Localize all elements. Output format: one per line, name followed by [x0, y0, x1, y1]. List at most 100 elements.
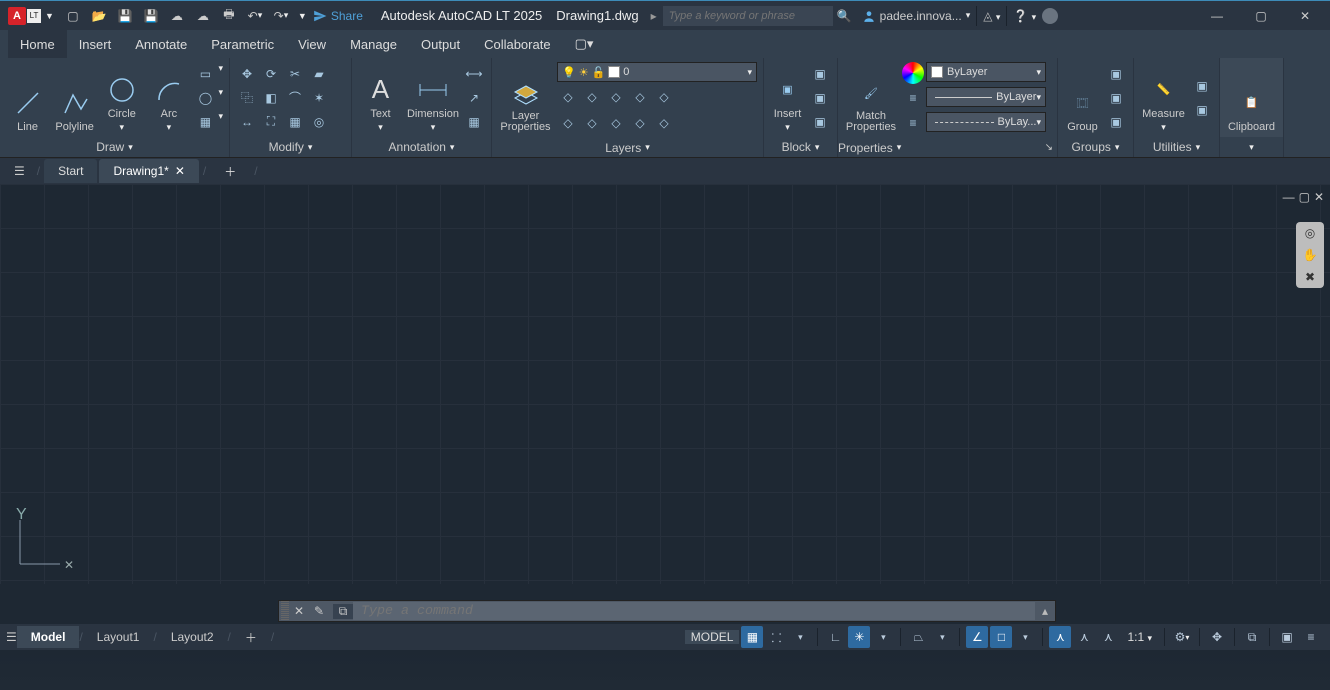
osnap-icon[interactable]: ∠: [966, 626, 988, 648]
save-icon[interactable]: 💾: [116, 7, 134, 25]
crosshair-close-icon[interactable]: ✕: [64, 558, 74, 572]
clipboard-button[interactable]: 📋Clipboard: [1226, 63, 1277, 133]
command-input[interactable]: [353, 602, 1035, 620]
layer-states-icon[interactable]: ◇: [605, 112, 627, 134]
drawing-canvas[interactable]: — ▢ ✕ ◎ ✋ ✖ Y ✕: [0, 184, 1330, 584]
stretch-icon[interactable]: ↔: [236, 111, 258, 133]
tab-layout1[interactable]: Layout1: [83, 626, 154, 648]
saveas-icon[interactable]: 💾: [142, 7, 160, 25]
ws-switch-icon[interactable]: ✥: [1206, 626, 1228, 648]
rotate-icon[interactable]: ⟳: [260, 63, 282, 85]
match-properties-button[interactable]: 🖌Match Properties: [844, 63, 898, 133]
copy-icon[interactable]: ⿻: [236, 87, 258, 109]
hatch-icon[interactable]: ▦: [194, 111, 216, 133]
customize-status-icon[interactable]: ≡: [1300, 626, 1322, 648]
vp-maximize-icon[interactable]: ▢: [1299, 190, 1310, 204]
tab-manage[interactable]: Manage: [338, 30, 409, 58]
trim-icon[interactable]: ✂: [284, 63, 306, 85]
layer-isolate-icon[interactable]: ◇: [629, 86, 651, 108]
panel-utilities-title[interactable]: Utilities▾: [1134, 137, 1219, 157]
layer-freeze-icon[interactable]: ◇: [581, 86, 603, 108]
annoscale-icon[interactable]: ⋏: [1049, 626, 1071, 648]
layer-off-icon[interactable]: ◇: [557, 86, 579, 108]
group-edit-icon[interactable]: ▣: [1105, 87, 1127, 109]
zoom-extents-icon[interactable]: ✖: [1305, 270, 1315, 284]
steering-wheel-icon[interactable]: ◎: [1305, 226, 1315, 240]
sync-icon[interactable]: [1042, 8, 1058, 24]
tab-model[interactable]: Model: [17, 626, 80, 648]
ungroup-icon[interactable]: ▣: [1105, 63, 1127, 85]
undo-icon[interactable]: ↶ ▾: [246, 7, 264, 25]
mirror-icon[interactable]: ◧: [260, 87, 282, 109]
isodraft-icon[interactable]: ⏢: [907, 626, 929, 648]
tab-layout2[interactable]: Layout2: [157, 626, 228, 648]
help-icon[interactable]: ❔ ▾: [1013, 9, 1036, 23]
line-button[interactable]: Line: [6, 63, 49, 133]
linear-icon[interactable]: ⟷: [463, 63, 485, 85]
layer-dropdown[interactable]: 💡☀🔓 0▾: [557, 62, 757, 82]
measure-button[interactable]: 📏Measure▾: [1140, 63, 1187, 133]
isolate-icon[interactable]: ▣: [1276, 626, 1298, 648]
lineweight-icon[interactable]: ≡: [902, 87, 924, 109]
autodesk-app-icon[interactable]: ◬ ▾: [983, 9, 1000, 23]
tab-annotate[interactable]: Annotate: [123, 30, 199, 58]
tab-start[interactable]: Start: [44, 159, 97, 183]
anno-auto-icon[interactable]: ⋏: [1097, 626, 1119, 648]
ribbon-collapse[interactable]: ▾: [1220, 137, 1283, 157]
web-open-icon[interactable]: ☁: [168, 7, 186, 25]
select-icon[interactable]: ▣: [1191, 75, 1213, 97]
panel-annotation-title[interactable]: Annotation▾: [352, 137, 491, 157]
layer-properties-button[interactable]: Layer Properties: [498, 63, 553, 133]
gear-icon[interactable]: ⚙▾: [1171, 626, 1193, 648]
panel-block-title[interactable]: Block▾: [764, 137, 837, 157]
add-layout-button[interactable]: ＋: [231, 626, 271, 648]
share-button[interactable]: Share: [313, 9, 363, 23]
status-model[interactable]: MODEL: [685, 630, 740, 644]
array-icon[interactable]: ▦: [284, 111, 306, 133]
create-block-icon[interactable]: ▣: [809, 63, 831, 85]
cmd-expand-icon[interactable]: ▴: [1035, 604, 1055, 618]
tab-output[interactable]: Output: [409, 30, 472, 58]
tab-parametric[interactable]: Parametric: [199, 30, 286, 58]
layer-lock-icon[interactable]: ◇: [605, 86, 627, 108]
vp-minimize-icon[interactable]: —: [1283, 190, 1295, 204]
cmd-drag-handle[interactable]: [281, 601, 289, 621]
account-menu[interactable]: padee.innova...▾: [862, 9, 971, 23]
status-scale[interactable]: 1:1 ▾: [1121, 630, 1158, 644]
fillet-icon[interactable]: ⌒: [284, 87, 306, 109]
layer-previous-icon[interactable]: ◇: [581, 112, 603, 134]
leader-icon[interactable]: ↗: [463, 87, 485, 109]
vp-close-icon[interactable]: ✕: [1314, 190, 1324, 204]
polar-icon[interactable]: ✳: [848, 626, 870, 648]
color-icon[interactable]: [902, 62, 924, 84]
layer-walk-icon[interactable]: ◇: [629, 112, 651, 134]
polar-drop-icon[interactable]: ▾: [872, 626, 894, 648]
move-icon[interactable]: ✥: [236, 63, 258, 85]
edit-attr-icon[interactable]: ▣: [809, 111, 831, 133]
calculator-icon[interactable]: ▣: [1191, 99, 1213, 121]
tab-home[interactable]: Home: [8, 30, 67, 58]
explode-icon[interactable]: ✶: [308, 87, 330, 109]
tab-featured-apps[interactable]: ▢▾: [563, 30, 606, 58]
minimize-button[interactable]: —: [1196, 2, 1238, 30]
search-input[interactable]: [663, 6, 833, 26]
offset-icon[interactable]: ◎: [308, 111, 330, 133]
plot-icon[interactable]: 🖶: [220, 7, 238, 25]
infocenter-expand[interactable]: ▸: [651, 9, 657, 23]
panel-layers-title[interactable]: Layers▾: [492, 138, 763, 157]
layer-change-icon[interactable]: ◇: [653, 112, 675, 134]
pan-icon[interactable]: ✋: [1303, 248, 1318, 262]
cmd-customize-icon[interactable]: ✎: [309, 604, 329, 618]
osnap-drop-icon[interactable]: ▾: [1014, 626, 1036, 648]
maximize-button[interactable]: ▢: [1240, 2, 1282, 30]
grid-toggle-icon[interactable]: ▦: [741, 626, 763, 648]
scale-icon[interactable]: ⛶: [260, 111, 282, 133]
layer-match-icon[interactable]: ◇: [557, 112, 579, 134]
close-button[interactable]: ✕: [1284, 2, 1326, 30]
filetab-menu-icon[interactable]: ☰: [14, 164, 25, 178]
edit-block-icon[interactable]: ▣: [809, 87, 831, 109]
open-icon[interactable]: 📂: [90, 7, 108, 25]
tab-view[interactable]: View: [286, 30, 338, 58]
polyline-button[interactable]: Polyline: [53, 63, 96, 133]
isodraft-drop-icon[interactable]: ▾: [931, 626, 953, 648]
